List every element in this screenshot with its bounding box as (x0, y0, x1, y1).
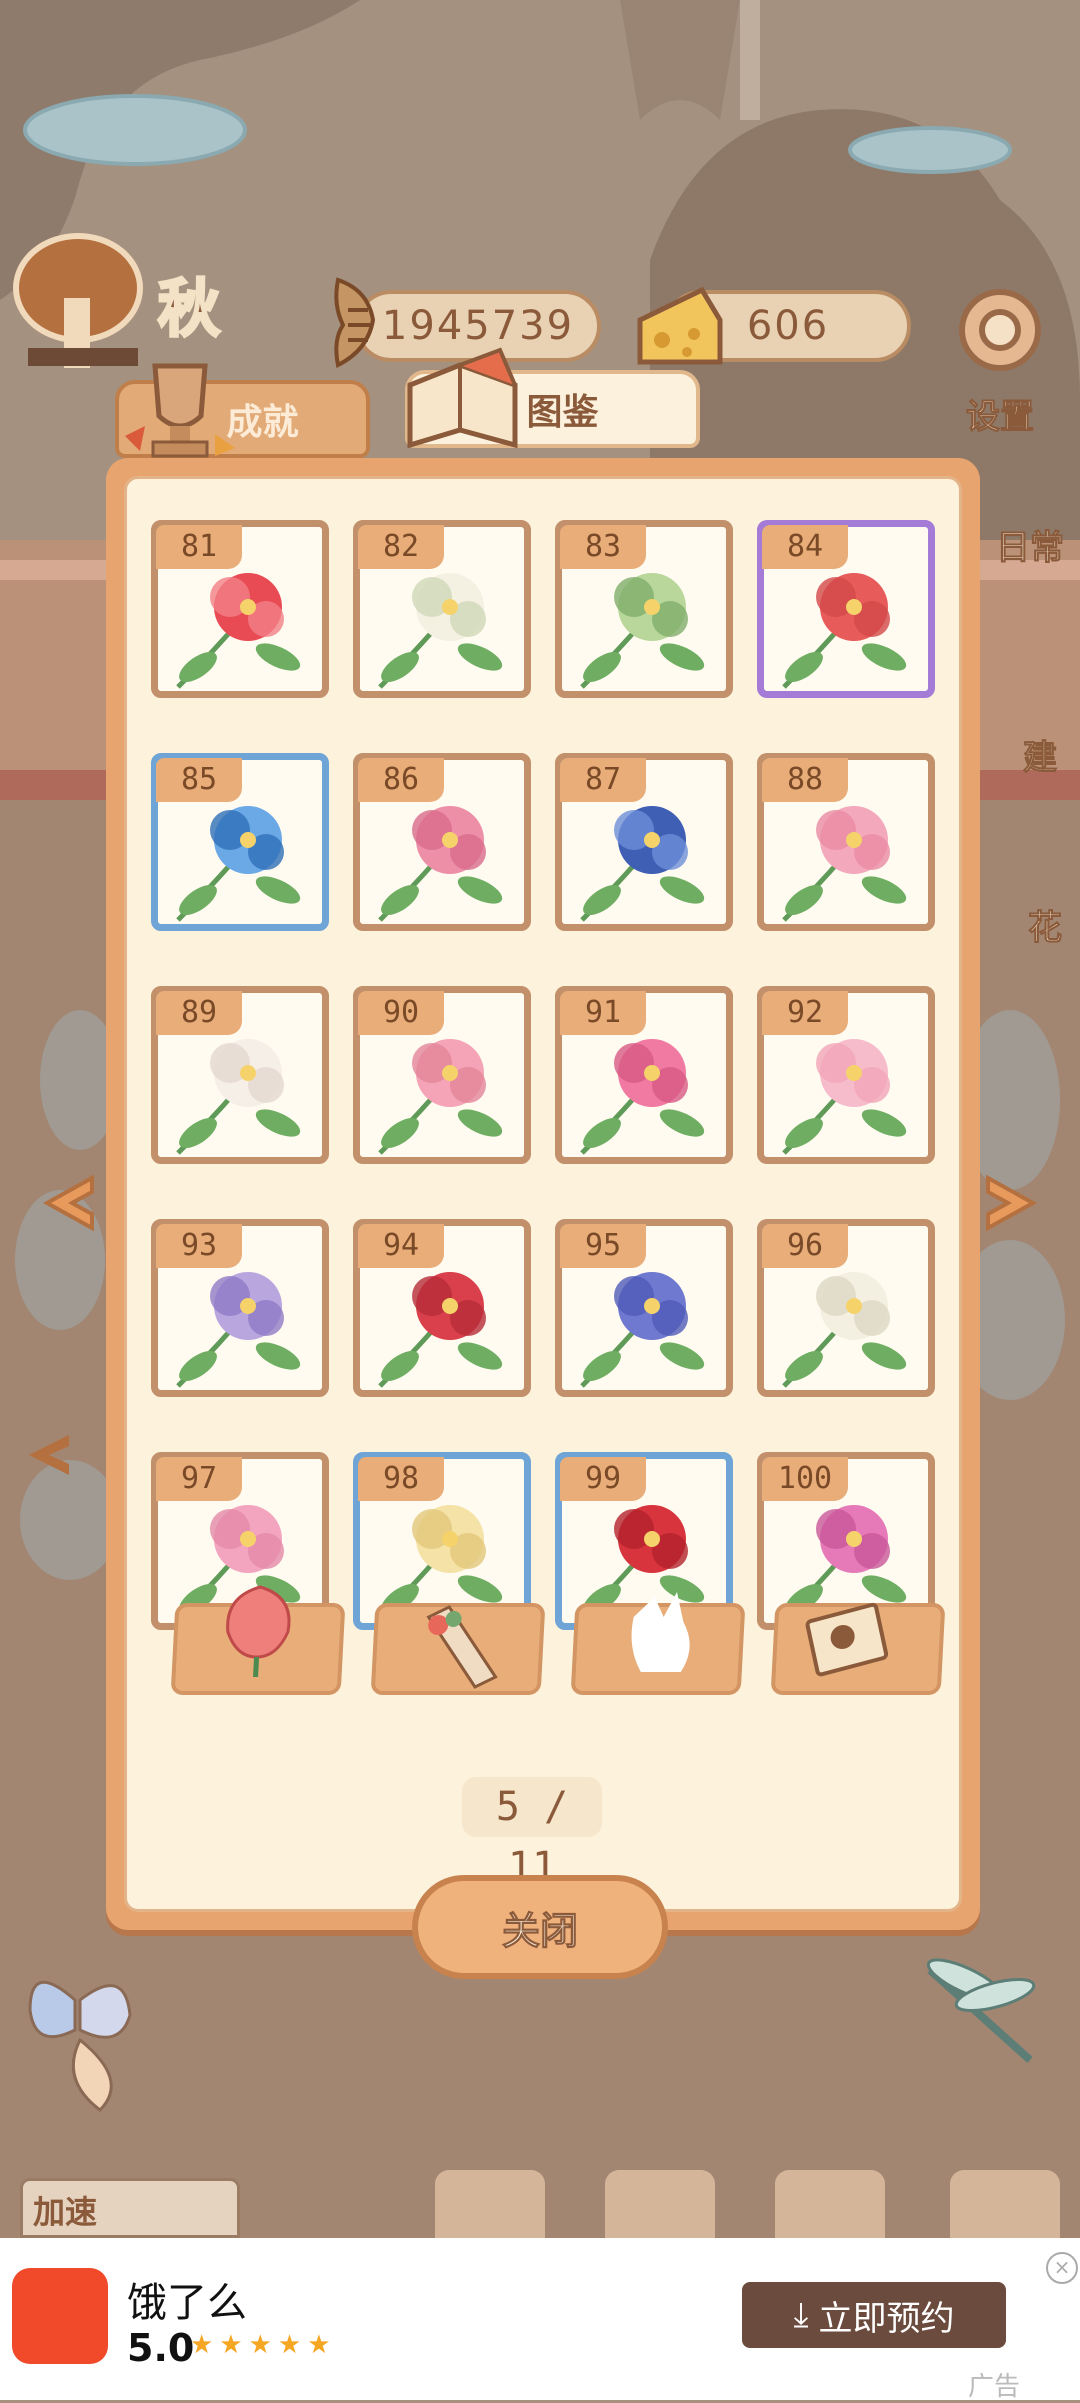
flower-card[interactable]: 89 (151, 986, 329, 1164)
fish-bone-icon (334, 277, 376, 368)
cheese-count: 606 (746, 303, 830, 349)
postcard-icon (805, 1602, 889, 1677)
flower-card[interactable]: 87 (555, 753, 733, 931)
category-card[interactable] (770, 1602, 946, 1695)
butterfly-icon (28, 1980, 132, 2112)
prev-page-arrow-icon[interactable] (22, 1158, 112, 1248)
flower-card[interactable]: 82 (353, 520, 531, 698)
flower-number: 94 (358, 1224, 444, 1268)
flower-number: 82 (358, 525, 444, 569)
page-indicator: 5 / 11 (462, 1777, 602, 1890)
ad-app-name: 饿了么 (127, 2280, 247, 2326)
flower-number: 86 (358, 758, 444, 802)
daily-label: 日常 (996, 528, 1065, 569)
gear-icon (959, 289, 1041, 371)
dragonfly-icon (926, 1958, 1036, 2063)
ad-rating: 5.0 (127, 2326, 195, 2370)
book-icon (407, 347, 518, 449)
flower-card[interactable]: 95 (555, 1219, 733, 1397)
flower-card[interactable]: 83 (555, 520, 733, 698)
category-vase[interactable] (570, 1592, 746, 1695)
flower-number: 87 (560, 758, 646, 802)
vase-silhouette-icon (631, 1592, 690, 1672)
daily-button[interactable]: 日常 (975, 520, 1080, 569)
flower-number: 97 (156, 1457, 242, 1501)
next-page-arrow-icon[interactable] (968, 1158, 1058, 1248)
bouquet-icon (426, 1605, 498, 1689)
close-button[interactable]: 关闭 (412, 1875, 668, 1979)
flower-card[interactable]: 84 (757, 520, 935, 698)
build-label: 建 (1023, 738, 1058, 779)
flower-card[interactable]: 93 (151, 1219, 329, 1397)
ad-close-icon[interactable]: × (1046, 2252, 1078, 2284)
fish-count: 1945739 (381, 303, 575, 349)
flower-number: 100 (762, 1457, 848, 1501)
back-arrow-icon[interactable] (14, 1420, 84, 1490)
bottom-shop-button[interactable] (605, 2170, 715, 2238)
flower-number: 81 (156, 525, 242, 569)
encyclopedia-panel: 81 82 83 84 85 86 87 88 89 90 91 92 93 94 95 96 97 98 99 10… (106, 458, 980, 1930)
flower-label: 花 (1028, 908, 1063, 949)
flower-number: 89 (156, 991, 242, 1035)
flower-card[interactable]: 88 (757, 753, 935, 931)
category-bouquet[interactable] (370, 1603, 546, 1695)
ad-cta-label: 立即预约 (818, 2298, 955, 2339)
flower-number: 96 (762, 1224, 848, 1268)
flower-card[interactable]: 92 (757, 986, 935, 1164)
flower-card[interactable]: 90 (353, 986, 531, 1164)
ad-app-icon (12, 2268, 108, 2364)
close-label: 关闭 (501, 1908, 578, 1953)
flower-number: 90 (358, 991, 444, 1035)
rose-icon (226, 1585, 291, 1677)
flower-card[interactable]: 91 (555, 986, 733, 1164)
flower-number: 99 (560, 1457, 646, 1501)
cheese-icon (637, 286, 723, 365)
panel-inner: 81 82 83 84 85 86 87 88 89 90 91 92 93 94 95 96 97 98 99 10… (124, 476, 962, 1912)
download-icon: ⤓ (793, 2295, 809, 2335)
bottom-basket-button[interactable] (775, 2170, 885, 2238)
build-button[interactable]: 建 (985, 730, 1080, 779)
flower-number: 95 (560, 1224, 646, 1268)
ad-banner[interactable]: 饿了么 5.0 ★★★★★ ⤓ 立即预约 × 广告 (0, 2238, 1080, 2402)
flower-number: 88 (762, 758, 848, 802)
speed-label: 加速 (33, 2193, 98, 2231)
trophy-icon (125, 363, 235, 458)
ad-label: 广告 (968, 2372, 1021, 2402)
ad-cta-button[interactable]: ⤓ 立即预约 (742, 2282, 1006, 2348)
flower-number: 92 (762, 991, 848, 1035)
bottom-trophy-button[interactable] (950, 2170, 1060, 2238)
flower-card[interactable]: 86 (353, 753, 531, 931)
speed-button[interactable]: 加速 (20, 2178, 240, 2238)
flower-card[interactable]: 81 (151, 520, 329, 698)
season-label: 秋 (156, 271, 221, 347)
flower-card[interactable]: 96 (757, 1219, 935, 1397)
flower-number: 91 (560, 991, 646, 1035)
flower-number: 93 (156, 1224, 242, 1268)
flower-number: 85 (156, 758, 242, 802)
ad-stars: ★★★★★ (190, 2330, 337, 2360)
category-flower[interactable] (170, 1585, 346, 1695)
flower-number: 83 (560, 525, 646, 569)
flower-button[interactable]: 花 (990, 900, 1080, 949)
tab-encyclopedia-label: 图鉴 (526, 392, 599, 433)
settings-button[interactable]: 设置 (945, 280, 1055, 438)
settings-label: 设置 (966, 397, 1035, 438)
flower-card[interactable]: 85 (151, 753, 329, 931)
flower-number: 84 (762, 525, 848, 569)
flower-number: 98 (358, 1457, 444, 1501)
flower-card[interactable]: 94 (353, 1219, 531, 1397)
bottom-window-button[interactable] (435, 2170, 545, 2238)
